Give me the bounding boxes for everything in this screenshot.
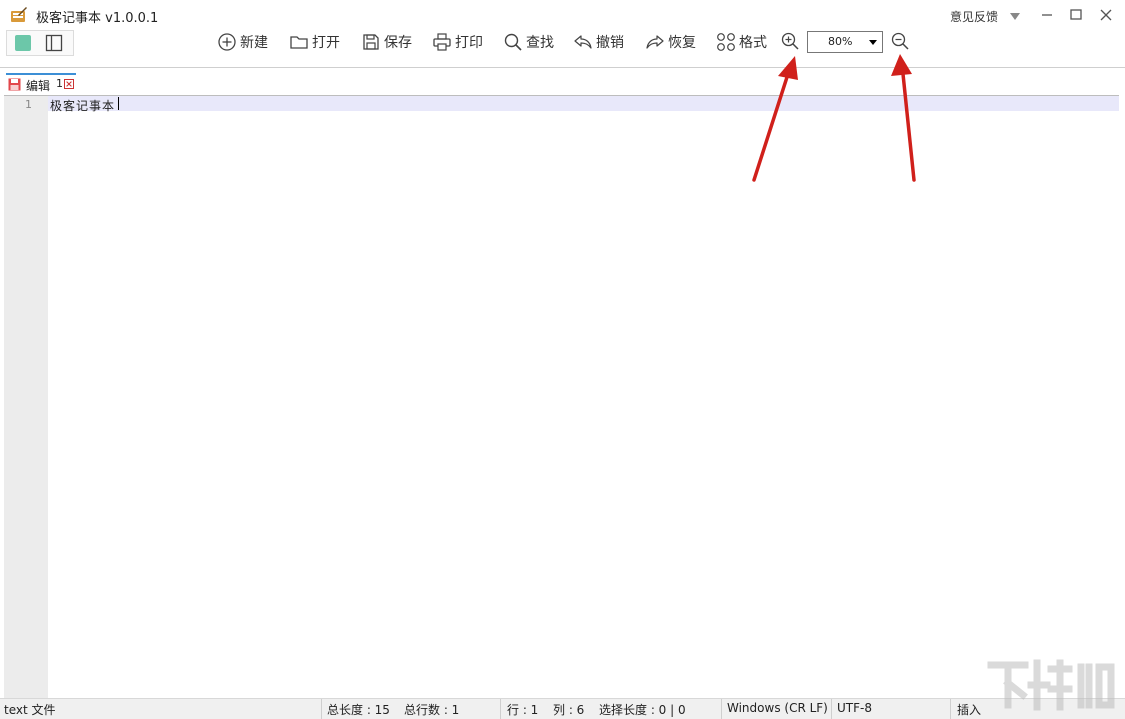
sidebar-icon — [45, 34, 63, 52]
tab-index: 1 — [56, 77, 63, 90]
redo-icon — [646, 35, 664, 49]
format-label: 格式 — [739, 35, 767, 51]
close-icon[interactable] — [1096, 5, 1116, 25]
title-bar: 极客记事本 v1.0.0.1 意见反馈 — [0, 0, 1125, 30]
status-divider — [950, 699, 951, 719]
new-icon — [218, 33, 236, 51]
new-button[interactable]: 新建 — [217, 31, 268, 53]
find-button[interactable]: 查找 — [503, 31, 554, 53]
toolbar: 新建 打开 保存 打印 查找 撤销 恢复 格式 80% — [0, 30, 1125, 66]
line-number-gutter: 1 — [4, 96, 48, 699]
theme-toggle-button[interactable] — [11, 32, 33, 54]
open-button[interactable]: 打开 — [289, 31, 340, 53]
chevron-down-icon — [869, 40, 877, 45]
print-label: 打印 — [455, 35, 483, 51]
editor-line-text: 极客记事本 — [50, 99, 116, 113]
maximize-icon[interactable] — [1066, 5, 1086, 25]
status-total-lines: 总行数 : 1 — [404, 703, 460, 717]
close-icon[interactable] — [64, 79, 74, 89]
redo-label: 恢复 — [668, 35, 696, 51]
line-number: 1 — [25, 98, 32, 111]
window-title: 极客记事本 v1.0.0.1 — [36, 11, 159, 26]
status-insert-mode: 插入 — [957, 703, 982, 717]
format-icon — [717, 33, 735, 51]
app-icon — [11, 7, 27, 22]
status-divider — [831, 699, 832, 719]
save-button[interactable]: 保存 — [361, 31, 412, 53]
search-icon — [504, 33, 522, 51]
status-bar: text 文件 总长度 : 15 总行数 : 1 行 : 1 列 : 6 选择长… — [0, 698, 1125, 719]
color-swatch-icon — [15, 35, 31, 51]
sidebar-toggle-button[interactable] — [43, 32, 65, 54]
status-divider — [721, 699, 722, 719]
status-line-ending: Windows (CR LF) — [727, 701, 828, 715]
new-label: 新建 — [240, 35, 268, 51]
print-icon — [433, 33, 451, 51]
feedback-link[interactable]: 意见反馈 — [950, 8, 998, 25]
view-toggle-group — [6, 30, 74, 56]
tab-editor[interactable]: 编辑 1 — [6, 73, 76, 95]
status-row: 行 : 1 — [507, 703, 539, 717]
open-icon — [290, 36, 308, 49]
zoom-out-icon[interactable] — [890, 31, 910, 51]
find-label: 查找 — [526, 35, 554, 51]
current-line-highlight — [48, 96, 1119, 111]
zoom-in-icon[interactable] — [780, 31, 800, 51]
zoom-value: 80% — [828, 35, 853, 48]
status-encoding: UTF-8 — [837, 701, 872, 715]
undo-icon — [574, 35, 592, 49]
redo-button[interactable]: 恢复 — [645, 31, 696, 53]
save-icon — [363, 34, 379, 50]
status-col: 列 : 6 — [553, 703, 585, 717]
zoom-select[interactable]: 80% — [807, 31, 883, 53]
status-divider — [321, 699, 322, 719]
menu-dropdown-icon[interactable] — [1010, 13, 1020, 20]
text-caret — [118, 97, 119, 110]
minimize-icon[interactable] — [1037, 5, 1057, 25]
format-button[interactable]: 格式 — [716, 31, 767, 53]
watermark-logo — [987, 659, 1115, 711]
toolbar-divider — [0, 67, 1125, 68]
undo-button[interactable]: 撤销 — [573, 31, 624, 53]
save-label: 保存 — [384, 35, 412, 51]
open-label: 打开 — [312, 35, 340, 51]
print-button[interactable]: 打印 — [432, 31, 483, 53]
editor-area[interactable]: 1 极客记事本 — [4, 95, 1119, 699]
tab-label: 编辑 — [26, 79, 51, 93]
status-file-type: text 文件 — [4, 703, 56, 717]
save-icon — [8, 78, 21, 91]
status-total-length: 总长度 : 15 — [327, 703, 390, 717]
status-selection: 选择长度 : 0 | 0 — [599, 703, 686, 717]
undo-label: 撤销 — [596, 35, 624, 51]
status-divider — [500, 699, 501, 719]
